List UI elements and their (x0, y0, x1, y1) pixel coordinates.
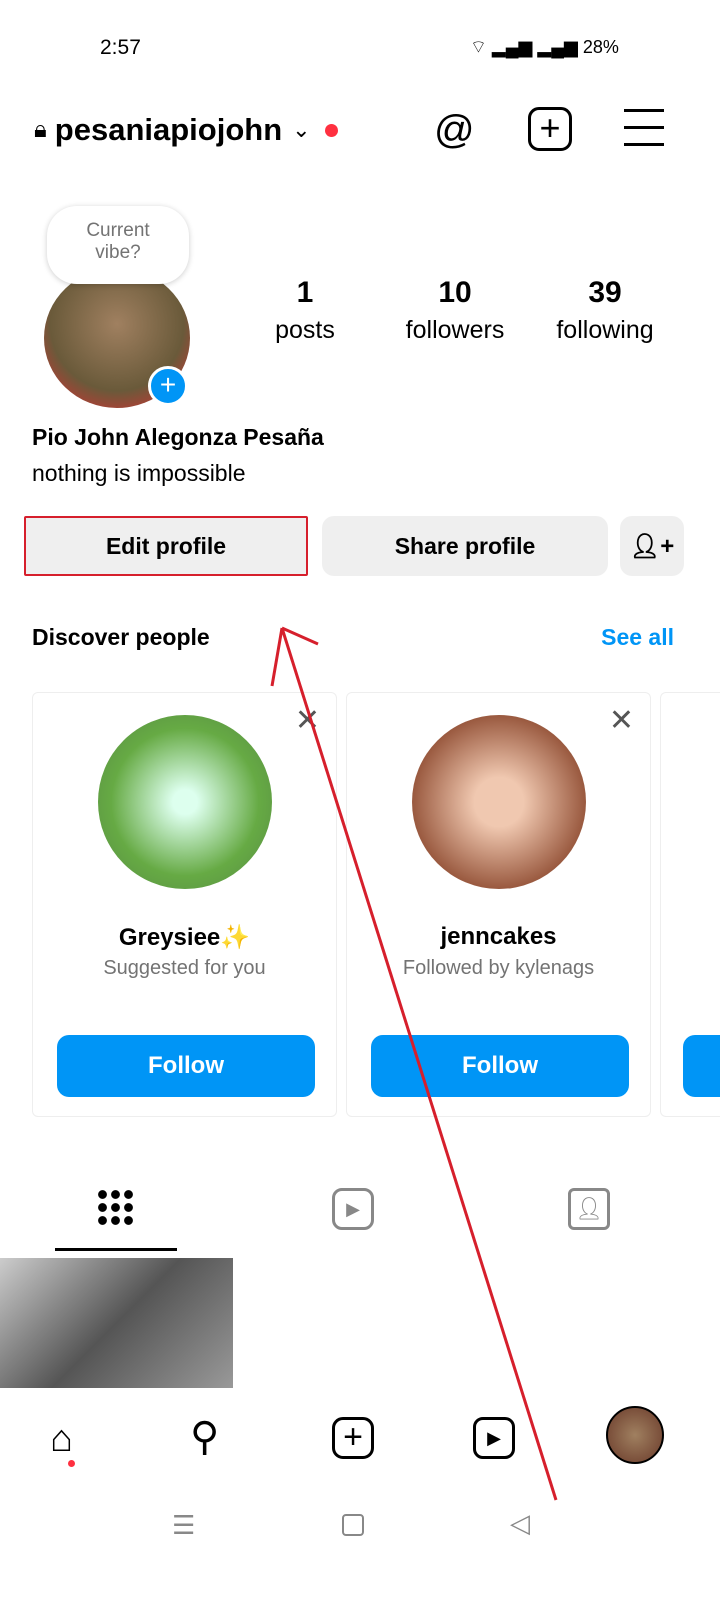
annotation-arrow (270, 626, 558, 1501)
